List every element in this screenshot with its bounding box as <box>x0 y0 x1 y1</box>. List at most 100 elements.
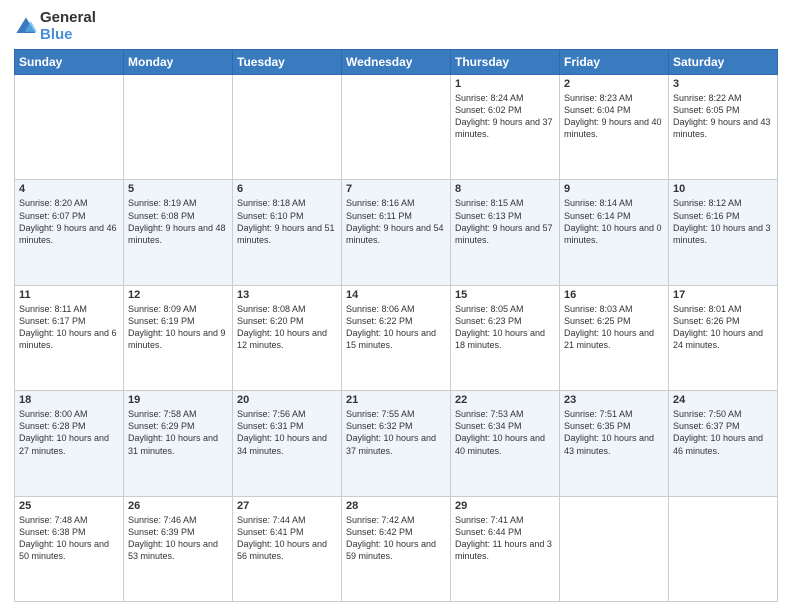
page: General Blue SundayMondayTuesdayWednesda… <box>0 0 792 612</box>
day-number: 16 <box>564 289 664 301</box>
day-number: 17 <box>673 289 773 301</box>
header: General Blue <box>14 10 778 43</box>
day-info: Sunrise: 7:51 AM Sunset: 6:35 PM Dayligh… <box>564 408 664 457</box>
calendar-cell: 7 Sunrise: 8:16 AM Sunset: 6:11 PM Daylig… <box>342 180 451 285</box>
calendar-cell: 14 Sunrise: 8:06 AM Sunset: 6:22 PM Dayli… <box>342 285 451 390</box>
day-info: Sunrise: 7:55 AM Sunset: 6:32 PM Dayligh… <box>346 408 446 457</box>
day-info: Sunrise: 7:53 AM Sunset: 6:34 PM Dayligh… <box>455 408 555 457</box>
calendar-cell: 19 Sunrise: 7:58 AM Sunset: 6:29 PM Dayli… <box>124 391 233 496</box>
logo-icon <box>14 15 38 39</box>
day-number: 19 <box>128 394 228 406</box>
calendar-cell: 10 Sunrise: 8:12 AM Sunset: 6:16 PM Dayli… <box>669 180 778 285</box>
day-number: 13 <box>237 289 337 301</box>
calendar-header-row: SundayMondayTuesdayWednesdayThursdayFrid… <box>15 50 778 75</box>
day-number: 3 <box>673 78 773 90</box>
calendar-cell: 23 Sunrise: 7:51 AM Sunset: 6:35 PM Dayli… <box>560 391 669 496</box>
weekday-header: Tuesday <box>233 50 342 75</box>
calendar-week-row: 11Sunrise: 8:11 AM Sunset: 6:17 PM Dayli… <box>15 285 778 390</box>
calendar-cell: 17 Sunrise: 8:01 AM Sunset: 6:26 PM Dayli… <box>669 285 778 390</box>
day-number: 29 <box>455 500 555 512</box>
calendar-cell: 16 Sunrise: 8:03 AM Sunset: 6:25 PM Dayli… <box>560 285 669 390</box>
calendar-cell: 3 Sunrise: 8:22 AM Sunset: 6:05 PM Daylig… <box>669 75 778 180</box>
day-info: Sunrise: 8:06 AM Sunset: 6:22 PM Dayligh… <box>346 303 446 352</box>
calendar-cell: 29 Sunrise: 7:41 AM Sunset: 6:44 PM Dayli… <box>451 496 560 601</box>
day-info: Sunrise: 8:15 AM Sunset: 6:13 PM Dayligh… <box>455 197 555 246</box>
day-info: Sunrise: 8:00 AM Sunset: 6:28 PM Dayligh… <box>19 408 119 457</box>
day-info: Sunrise: 7:58 AM Sunset: 6:29 PM Dayligh… <box>128 408 228 457</box>
calendar-cell <box>560 496 669 601</box>
day-info: Sunrise: 8:09 AM Sunset: 6:19 PM Dayligh… <box>128 303 228 352</box>
day-number: 6 <box>237 183 337 195</box>
day-number: 7 <box>346 183 446 195</box>
day-number: 9 <box>564 183 664 195</box>
calendar-cell: 20 Sunrise: 7:56 AM Sunset: 6:31 PM Dayli… <box>233 391 342 496</box>
day-number: 28 <box>346 500 446 512</box>
calendar-cell: 22 Sunrise: 7:53 AM Sunset: 6:34 PM Dayli… <box>451 391 560 496</box>
calendar-cell: 15 Sunrise: 8:05 AM Sunset: 6:23 PM Dayli… <box>451 285 560 390</box>
day-number: 12 <box>128 289 228 301</box>
weekday-header: Sunday <box>15 50 124 75</box>
day-number: 4 <box>19 183 119 195</box>
calendar-cell: 2 Sunrise: 8:23 AM Sunset: 6:04 PM Daylig… <box>560 75 669 180</box>
calendar-cell <box>15 75 124 180</box>
day-number: 26 <box>128 500 228 512</box>
day-number: 24 <box>673 394 773 406</box>
day-info: Sunrise: 7:41 AM Sunset: 6:44 PM Dayligh… <box>455 514 555 563</box>
day-number: 8 <box>455 183 555 195</box>
day-number: 18 <box>19 394 119 406</box>
day-number: 15 <box>455 289 555 301</box>
day-info: Sunrise: 8:22 AM Sunset: 6:05 PM Dayligh… <box>673 92 773 141</box>
weekday-header: Friday <box>560 50 669 75</box>
weekday-header: Saturday <box>669 50 778 75</box>
calendar-cell: 21 Sunrise: 7:55 AM Sunset: 6:32 PM Dayli… <box>342 391 451 496</box>
calendar-cell: 5 Sunrise: 8:19 AM Sunset: 6:08 PM Daylig… <box>124 180 233 285</box>
day-info: Sunrise: 8:20 AM Sunset: 6:07 PM Dayligh… <box>19 197 119 246</box>
day-number: 2 <box>564 78 664 90</box>
logo-text: General Blue <box>40 10 96 43</box>
day-info: Sunrise: 8:03 AM Sunset: 6:25 PM Dayligh… <box>564 303 664 352</box>
day-number: 23 <box>564 394 664 406</box>
weekday-header: Monday <box>124 50 233 75</box>
calendar-cell: 12 Sunrise: 8:09 AM Sunset: 6:19 PM Dayli… <box>124 285 233 390</box>
day-number: 1 <box>455 78 555 90</box>
day-info: Sunrise: 8:11 AM Sunset: 6:17 PM Dayligh… <box>19 303 119 352</box>
day-info: Sunrise: 7:56 AM Sunset: 6:31 PM Dayligh… <box>237 408 337 457</box>
calendar-cell: 18 Sunrise: 8:00 AM Sunset: 6:28 PM Dayli… <box>15 391 124 496</box>
calendar-cell: 11Sunrise: 8:11 AM Sunset: 6:17 PM Dayli… <box>15 285 124 390</box>
day-info: Sunrise: 8:18 AM Sunset: 6:10 PM Dayligh… <box>237 197 337 246</box>
calendar-cell: 13Sunrise: 8:08 AM Sunset: 6:20 PM Dayli… <box>233 285 342 390</box>
day-info: Sunrise: 8:16 AM Sunset: 6:11 PM Dayligh… <box>346 197 446 246</box>
calendar-cell: 26 Sunrise: 7:46 AM Sunset: 6:39 PM Dayli… <box>124 496 233 601</box>
calendar-cell <box>233 75 342 180</box>
day-info: Sunrise: 7:50 AM Sunset: 6:37 PM Dayligh… <box>673 408 773 457</box>
day-info: Sunrise: 8:01 AM Sunset: 6:26 PM Dayligh… <box>673 303 773 352</box>
day-number: 5 <box>128 183 228 195</box>
day-number: 21 <box>346 394 446 406</box>
calendar-cell <box>342 75 451 180</box>
day-info: Sunrise: 8:14 AM Sunset: 6:14 PM Dayligh… <box>564 197 664 246</box>
calendar-table: SundayMondayTuesdayWednesdayThursdayFrid… <box>14 49 778 602</box>
calendar-cell: 28 Sunrise: 7:42 AM Sunset: 6:42 PM Dayli… <box>342 496 451 601</box>
day-number: 14 <box>346 289 446 301</box>
day-info: Sunrise: 8:24 AM Sunset: 6:02 PM Dayligh… <box>455 92 555 141</box>
calendar-week-row: 25Sunrise: 7:48 AM Sunset: 6:38 PM Dayli… <box>15 496 778 601</box>
day-info: Sunrise: 8:23 AM Sunset: 6:04 PM Dayligh… <box>564 92 664 141</box>
calendar-cell: 25Sunrise: 7:48 AM Sunset: 6:38 PM Dayli… <box>15 496 124 601</box>
day-info: Sunrise: 8:12 AM Sunset: 6:16 PM Dayligh… <box>673 197 773 246</box>
calendar-cell: 8 Sunrise: 8:15 AM Sunset: 6:13 PM Daylig… <box>451 180 560 285</box>
calendar-cell: 1 Sunrise: 8:24 AM Sunset: 6:02 PM Daylig… <box>451 75 560 180</box>
day-info: Sunrise: 8:19 AM Sunset: 6:08 PM Dayligh… <box>128 197 228 246</box>
day-info: Sunrise: 7:42 AM Sunset: 6:42 PM Dayligh… <box>346 514 446 563</box>
calendar-cell: 27Sunrise: 7:44 AM Sunset: 6:41 PM Dayli… <box>233 496 342 601</box>
day-info: Sunrise: 7:46 AM Sunset: 6:39 PM Dayligh… <box>128 514 228 563</box>
calendar-cell: 9 Sunrise: 8:14 AM Sunset: 6:14 PM Daylig… <box>560 180 669 285</box>
calendar-week-row: 1 Sunrise: 8:24 AM Sunset: 6:02 PM Daylig… <box>15 75 778 180</box>
day-number: 22 <box>455 394 555 406</box>
day-info: Sunrise: 7:44 AM Sunset: 6:41 PM Dayligh… <box>237 514 337 563</box>
calendar-week-row: 4 Sunrise: 8:20 AM Sunset: 6:07 PM Daylig… <box>15 180 778 285</box>
day-number: 20 <box>237 394 337 406</box>
day-number: 10 <box>673 183 773 195</box>
day-info: Sunrise: 8:05 AM Sunset: 6:23 PM Dayligh… <box>455 303 555 352</box>
calendar-week-row: 18 Sunrise: 8:00 AM Sunset: 6:28 PM Dayli… <box>15 391 778 496</box>
calendar-cell: 4 Sunrise: 8:20 AM Sunset: 6:07 PM Daylig… <box>15 180 124 285</box>
